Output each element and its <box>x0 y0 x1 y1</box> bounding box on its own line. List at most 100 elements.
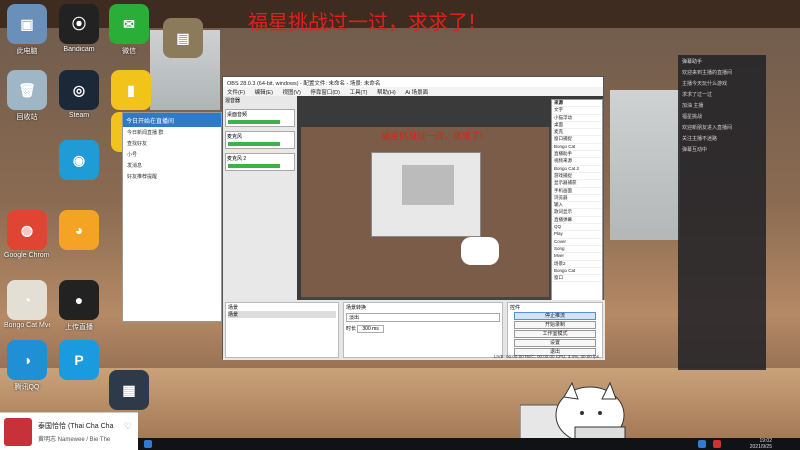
source-item[interactable]: 桌面 <box>552 122 602 130</box>
taskbar: 19:02 2021/9/25 <box>138 438 800 450</box>
tray-icon[interactable] <box>698 440 706 448</box>
chat-message: 加油 主播 <box>682 103 704 109</box>
desktop-icon-label: Steam <box>68 112 90 119</box>
qq-row[interactable]: 查找好友 <box>123 138 221 149</box>
source-item[interactable]: Bongo Cat <box>552 268 602 276</box>
desktop-icon[interactable]: ● 上传直播 <box>56 280 102 332</box>
desktop-icon[interactable]: ◍ Google Chrome <box>4 210 50 259</box>
menu-item[interactable]: Ai 场景面 <box>405 90 428 96</box>
obs-window[interactable]: OBS 28.0.3 (64-bit, windows) - 配置文件: 未命名… <box>222 76 605 360</box>
mixer-track[interactable]: 麦克风 2 <box>225 153 295 171</box>
transition-select[interactable]: 淡出 <box>346 313 500 322</box>
source-item[interactable]: 文字 <box>552 107 602 115</box>
source-item[interactable]: 麦克 <box>552 129 602 137</box>
chat-message: 福星挑战 <box>682 114 703 120</box>
desktop-icon-label: Google Chrome <box>4 252 50 259</box>
qq-window[interactable]: 今日开始在直播间 今日新闻直播 群 查找好友 小号 发消息 好友推荐提醒 <box>122 112 222 322</box>
desktop-icon-label: 微信 <box>122 48 136 55</box>
desktop-icon[interactable]: ◎ Steam <box>56 70 102 119</box>
source-item[interactable]: Bongo Cat <box>552 144 602 152</box>
scenes-dock[interactable]: 场景 场景 <box>225 302 339 358</box>
source-item[interactable]: 歌词显示 <box>552 209 602 217</box>
canvas-headline: 福星挑战过一过，求求了! <box>381 131 483 141</box>
app-icon: ◕ <box>59 210 99 250</box>
desktop-icon[interactable]: ◑ 腾讯QQ <box>4 340 50 392</box>
desktop-icon[interactable]: ◉ <box>56 140 102 182</box>
source-item[interactable]: 直播助手 <box>552 151 602 159</box>
tray-icon[interactable] <box>713 440 721 448</box>
mixer-track[interactable]: 桌面音频 <box>225 109 295 127</box>
app-icon: ▦ <box>109 370 149 410</box>
chat-message: 弹幕互动中 <box>682 147 708 153</box>
desktop-icon-label: Bongo Cat Mver <box>4 322 50 329</box>
duration-label: 时长 <box>346 326 357 332</box>
volume-meter[interactable] <box>228 142 280 146</box>
scene-item[interactable]: 场景 <box>228 311 336 318</box>
qq-row[interactable]: 发消息 <box>123 160 221 171</box>
studio-mode-button[interactable]: 工作室模式 <box>514 330 596 338</box>
source-item[interactable]: 游戏捕捉 <box>552 173 602 181</box>
mixer-track[interactable]: 麦克风 <box>225 131 295 149</box>
danmaku-panel[interactable]: 弹幕助手 欢迎来到主播的直播间 主播今天玩什么游戏 求求了过一过 加油 主播 福星挑战欢… <box>678 55 766 370</box>
source-item[interactable]: 窗口捕捉 <box>552 136 602 144</box>
source-item[interactable]: 窗口 <box>552 275 602 283</box>
menu-item[interactable]: 帮助(H) <box>377 90 396 96</box>
app-icon: ● <box>59 280 99 320</box>
source-item[interactable]: Song <box>552 246 602 254</box>
sources-list[interactable]: 来源 文字 小猫浮动 桌面 麦克 窗口捕捉 Bongo Cat 直播助手 视频来源 Bongo C… <box>551 99 603 314</box>
desktop-icon[interactable]: ◔ Bongo Cat Mver <box>4 280 50 329</box>
volume-meter[interactable] <box>228 120 280 124</box>
app-icon: ◔ <box>7 280 47 320</box>
menu-item[interactable]: 停靠窗口(D) <box>310 90 340 96</box>
menu-item[interactable]: 工具(T) <box>349 90 367 96</box>
mixer-title: 混音器 <box>225 98 241 104</box>
source-item[interactable]: 视频来源 <box>552 158 602 166</box>
app-icon: ⦿ <box>59 4 99 44</box>
desktop-icon[interactable]: ▮ <box>108 70 154 112</box>
source-item[interactable]: 浏览器 <box>552 195 602 203</box>
source-item[interactable]: 场景2 <box>552 261 602 268</box>
qq-row[interactable]: 好友推荐提醒 <box>123 171 221 182</box>
start-recording-button[interactable]: 开始录制 <box>514 321 596 329</box>
desktop-icon-label: 此电脑 <box>16 48 38 55</box>
source-item[interactable]: Cover <box>552 239 602 246</box>
qq-row[interactable]: 今日新闻直播 群 <box>123 127 221 138</box>
nested-obs-preview-inner <box>402 165 454 205</box>
source-item[interactable]: 手机画面 <box>552 188 602 195</box>
desktop-icon[interactable]: ▣ 此电脑 <box>4 4 50 56</box>
app-icon: ▮ <box>111 70 151 110</box>
settings-button[interactable]: 设置 <box>514 339 596 347</box>
headline-text: 福星挑战过一过，求求了! <box>248 10 477 34</box>
desktop-icon[interactable]: ◕ <box>56 210 102 252</box>
desktop-icon[interactable]: 🗑 回收站 <box>4 70 50 122</box>
source-item[interactable]: Bongo Cat 2 <box>552 166 602 173</box>
song-artist: 黄明志 Namewee / Bie The <box>38 437 111 443</box>
duration-input[interactable]: 300 ms <box>357 325 384 333</box>
desktop-icon[interactable]: ⦿ Bandicam <box>56 4 102 53</box>
source-item[interactable]: 输入 <box>552 202 602 210</box>
source-item[interactable]: 直播弹幕 <box>552 217 602 225</box>
mixer-track-label: 桌面音频 <box>227 112 248 118</box>
windows-start-icon[interactable] <box>144 440 152 448</box>
source-item[interactable]: QQ <box>552 224 602 232</box>
desktop-icon[interactable]: ✉ 微信 <box>106 4 152 56</box>
heart-icon[interactable]: ♡ <box>124 421 132 432</box>
volume-meter[interactable] <box>228 164 280 168</box>
desktop-icon[interactable]: ▤ <box>160 18 206 60</box>
qq-row[interactable]: 小号 <box>123 149 221 160</box>
source-item[interactable]: 显示器捕获 <box>552 180 602 188</box>
app-icon: P <box>59 340 99 380</box>
controls-dock: 控件 停止推流 开始录制 工作室模式 设置 退出 <box>507 302 603 358</box>
source-item[interactable]: 小猫浮动 <box>552 115 602 122</box>
desktop-icon[interactable]: ▦ <box>106 370 152 412</box>
source-item[interactable]: Mver <box>552 253 602 261</box>
clock-date: 2021/9/25 <box>749 444 772 450</box>
music-widget[interactable]: 泰国恰恰 (Thai Cha Cha 黄明志 Namewee / Bie The… <box>0 412 138 450</box>
desktop-icon[interactable]: P <box>56 340 102 382</box>
source-item[interactable]: Play <box>552 231 602 239</box>
chat-message: 主播今天玩什么游戏 <box>682 81 728 87</box>
app-icon: ✉ <box>109 4 149 44</box>
taskbar-clock[interactable]: 19:02 2021/9/25 <box>750 438 772 450</box>
status-bar: LIVE: 00:00:00 REC: 00:00:00 CPU: 3.4%, … <box>493 354 599 359</box>
stop-streaming-button[interactable]: 停止推流 <box>514 312 596 320</box>
